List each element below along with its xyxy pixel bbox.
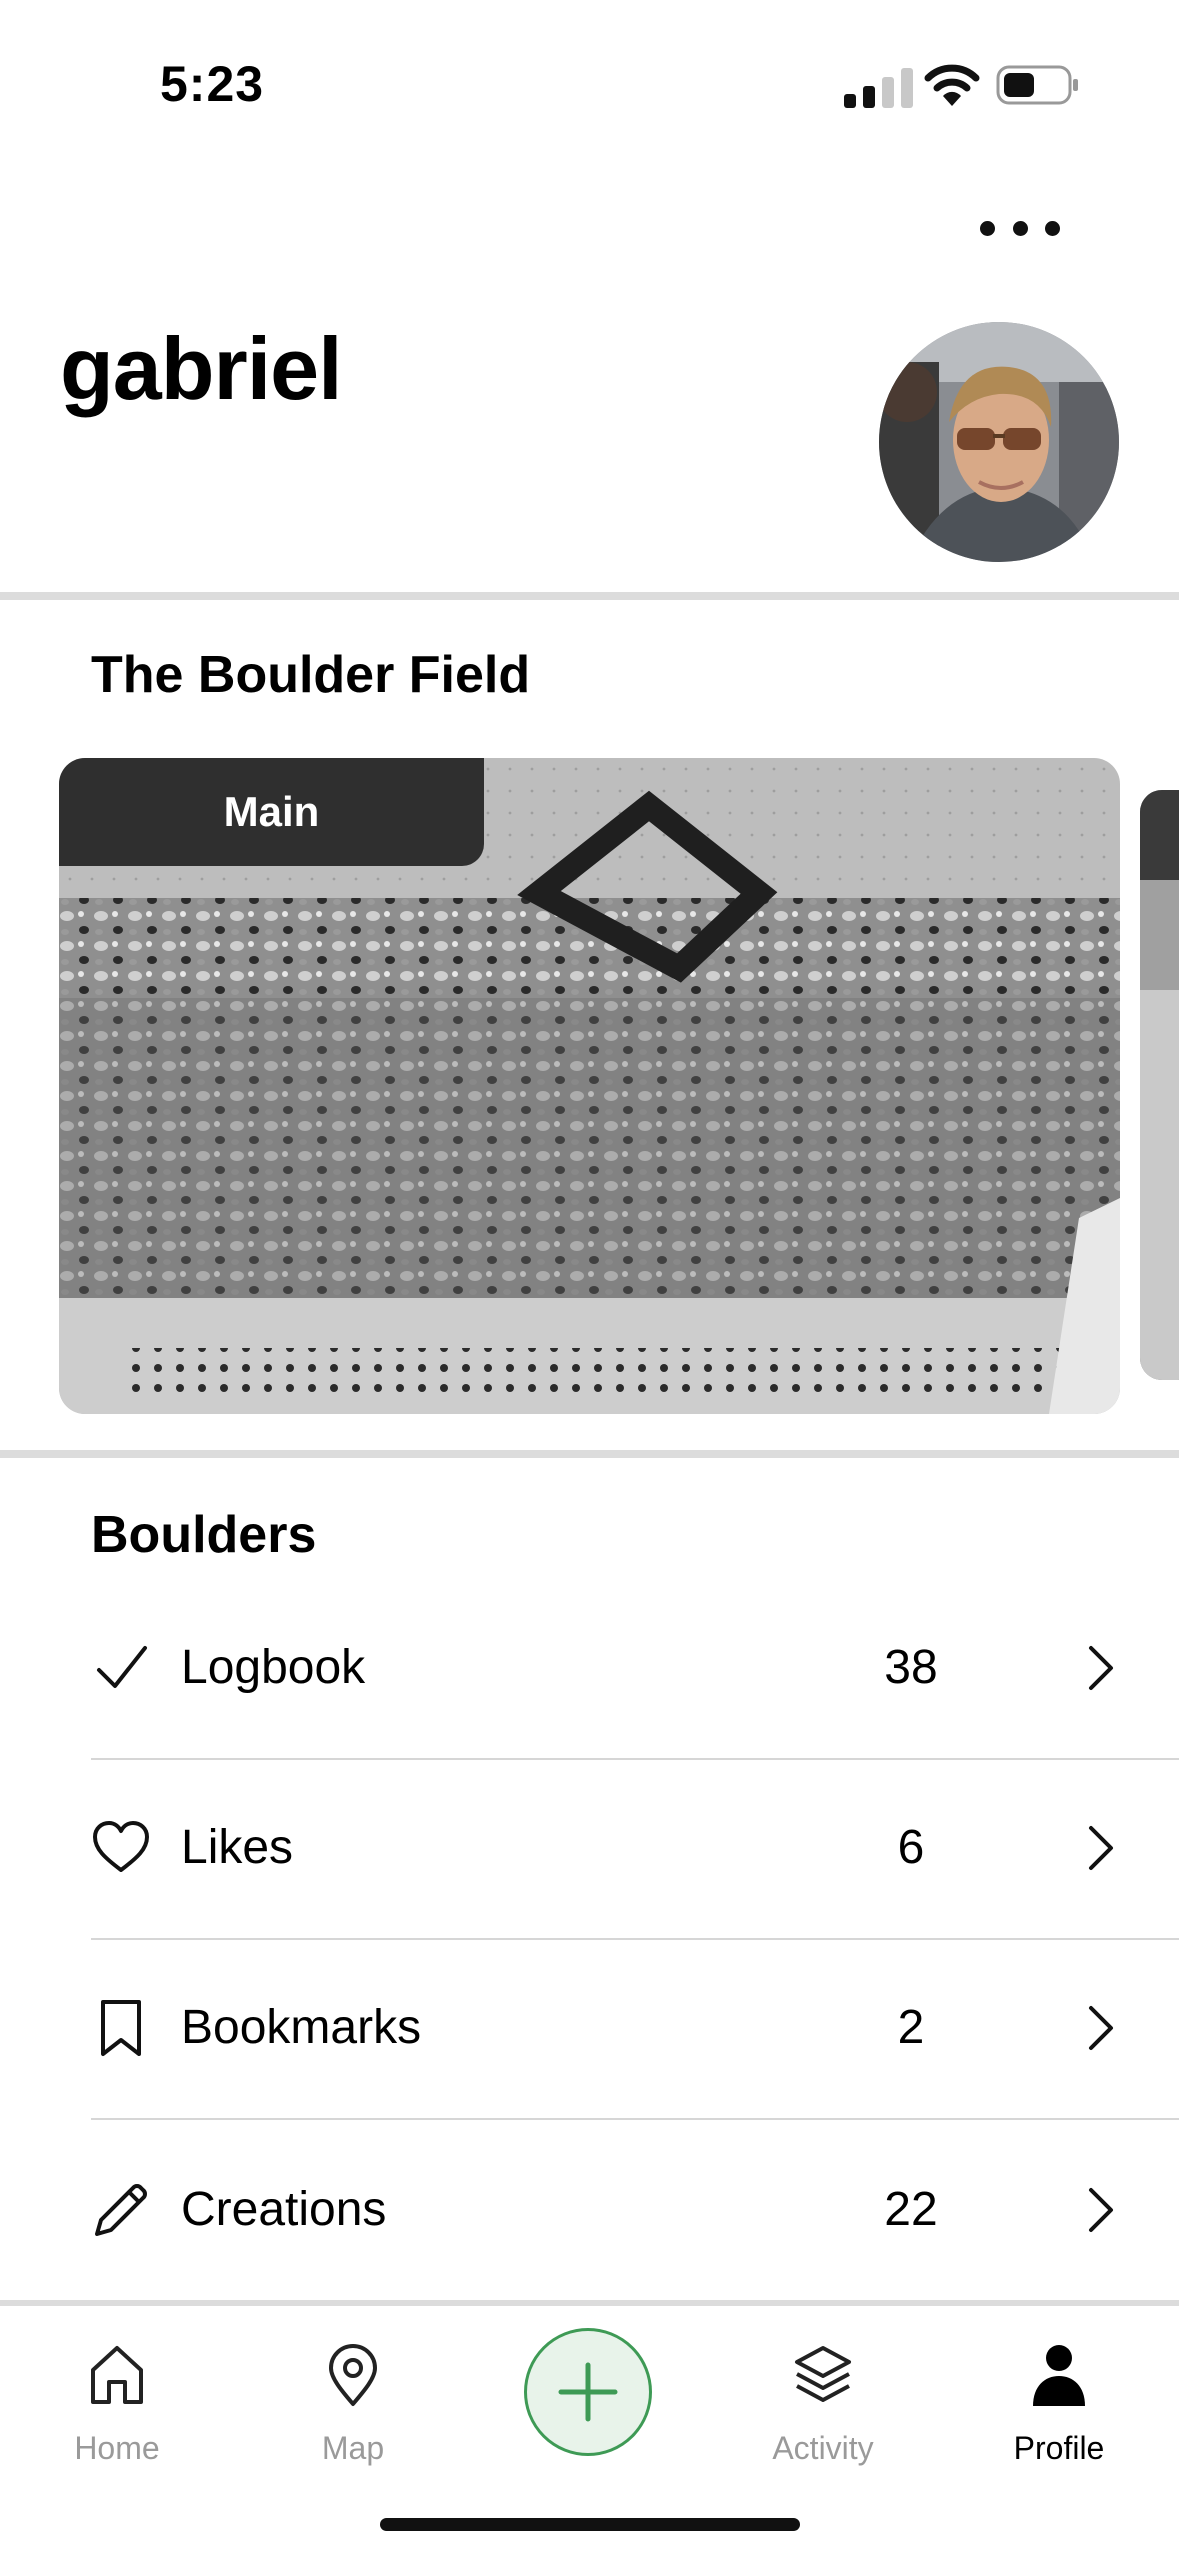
- tab-activity[interactable]: Activity: [723, 2330, 923, 2480]
- person-icon: [1033, 2345, 1085, 2406]
- avatar[interactable]: [879, 322, 1119, 562]
- tab-label: Activity: [772, 2430, 874, 2466]
- battery-icon: [996, 65, 1078, 105]
- chevron-right-icon: [1089, 2006, 1113, 2050]
- creations-row[interactable]: Creations 22: [91, 2120, 1179, 2300]
- tab-label: Home: [74, 2430, 160, 2466]
- wall-label: Main: [223, 788, 320, 835]
- home-indicator: [380, 2518, 800, 2531]
- boulders-section-title: Boulders: [91, 1506, 317, 1564]
- row-label: Logbook: [181, 1641, 366, 1694]
- section-divider: [0, 1450, 1179, 1458]
- chevron-right-icon: [1089, 2188, 1113, 2232]
- tab-label: Map: [321, 2430, 385, 2466]
- logbook-row[interactable]: Logbook 38: [91, 1578, 1179, 1758]
- row-label: Likes: [181, 1821, 294, 1874]
- row-label: Bookmarks: [181, 2001, 422, 2054]
- heart-icon: [93, 1821, 149, 1872]
- chevron-right-icon: [1089, 1826, 1113, 1870]
- status-time: 5:23: [160, 56, 265, 112]
- layers-icon: [795, 2346, 851, 2402]
- bookmark-icon: [101, 2000, 141, 2056]
- gym-name: The Boulder Field: [91, 646, 531, 704]
- cellular-signal-icon: [844, 68, 913, 108]
- ellipsis-icon: [980, 220, 995, 236]
- wifi-icon: [924, 64, 980, 106]
- tab-map[interactable]: Map: [253, 2330, 453, 2480]
- row-count: 2: [897, 2001, 925, 2054]
- add-button[interactable]: [524, 2328, 652, 2456]
- row-label: Creations: [181, 2183, 387, 2236]
- chevron-right-icon: [1089, 1646, 1113, 1690]
- tab-home[interactable]: Home: [17, 2330, 217, 2480]
- tab-label: Profile: [1013, 2430, 1105, 2466]
- pencil-icon: [95, 2184, 147, 2236]
- wall-card-next[interactable]: [1140, 790, 1179, 1380]
- tab-profile[interactable]: Profile: [959, 2330, 1159, 2480]
- row-count: 6: [897, 1821, 925, 1874]
- username: gabriel: [60, 319, 343, 418]
- tab-bar-border: [0, 2300, 1179, 2306]
- wall-label-tag: Main: [59, 758, 484, 866]
- map-pin-icon: [329, 2344, 377, 2406]
- bookmarks-row[interactable]: Bookmarks 2: [91, 1938, 1179, 2118]
- section-divider: [0, 592, 1179, 600]
- likes-row[interactable]: Likes 6: [91, 1758, 1179, 1938]
- row-count: 38: [884, 1641, 938, 1694]
- row-count: 22: [884, 2183, 938, 2236]
- checkmark-icon: [97, 1646, 147, 1688]
- more-options-button[interactable]: [980, 205, 1060, 251]
- home-icon: [91, 2346, 143, 2404]
- plus-icon: [558, 2362, 618, 2422]
